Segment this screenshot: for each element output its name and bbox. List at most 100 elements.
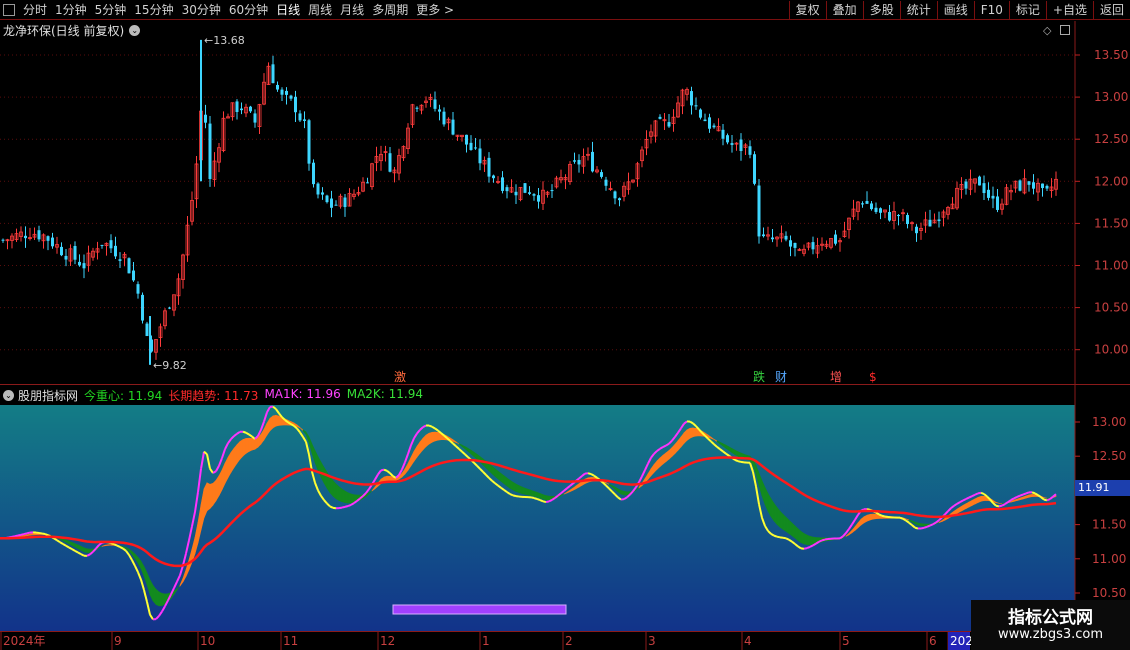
candle-body [789, 240, 792, 247]
candle-body [249, 106, 252, 112]
chevron-down-icon[interactable]: ⌄ [129, 25, 141, 36]
event-marker-0[interactable]: 激 [393, 370, 407, 384]
candle-body [321, 192, 324, 195]
ma1k-segment [1013, 496, 1018, 500]
action-5[interactable]: F10 [973, 0, 1009, 20]
action-0[interactable]: 复权 [788, 0, 826, 20]
candle-body [762, 234, 765, 237]
period-toolbar: 分时 1分钟 5分钟 15分钟 30分钟 60分钟 日线 周线 月线 多周期 更多 > 复权 叠加 多股… [0, 0, 1130, 20]
candle-body [487, 157, 491, 177]
trend-band-segment [245, 437, 250, 454]
candle-body [388, 153, 392, 172]
candle-body [978, 176, 981, 186]
trend-band-segment [539, 493, 544, 500]
diamond-icon[interactable]: ◇ [1043, 24, 1051, 37]
trend-band-segment [215, 474, 220, 502]
action-6[interactable]: 标记 [1008, 0, 1046, 20]
ma1k-segment [803, 547, 808, 550]
trend-band-segment [206, 482, 211, 512]
trend-band-segment [515, 483, 520, 494]
ma1k-segment [806, 545, 811, 550]
action-1[interactable]: 叠加 [825, 0, 863, 20]
period-1[interactable]: 1分钟 [51, 1, 91, 20]
period-9[interactable]: 多周期 [368, 1, 412, 20]
candle-body [1041, 183, 1044, 189]
trend-band-segment [425, 432, 430, 448]
ma1k-segment [41, 532, 46, 535]
candle-body [325, 195, 329, 203]
period-8[interactable]: 月线 [336, 1, 368, 20]
trend-band-segment [782, 513, 787, 532]
candle-body [451, 119, 455, 135]
main-title[interactable]: 龙净环保(日线 前复权) [3, 22, 124, 39]
candle-body [141, 294, 144, 321]
period-10[interactable]: 更多 > [412, 1, 458, 20]
trend-band-segment [803, 532, 808, 545]
period-5[interactable]: 60分钟 [225, 1, 272, 20]
trend-band-segment [104, 544, 109, 547]
candle-body [64, 255, 68, 260]
candlestick-chart[interactable]: 13.50 13.00 12.50 12.00 11.50 11.00 10.50 10.00… [0, 21, 1130, 384]
time-tick: 10 [200, 634, 215, 648]
ma1k-segment [809, 544, 814, 548]
candle-body [703, 119, 707, 122]
action-2[interactable]: 多股 [862, 0, 900, 20]
candle-body [964, 181, 968, 189]
legend-item-3: MA2K: 11.94 [346, 387, 424, 401]
candle-body [204, 114, 207, 123]
period-3[interactable]: 15分钟 [130, 1, 177, 20]
watermark: 指标公式网 www.zbgs3.com [971, 600, 1130, 650]
time-tick: 5 [842, 634, 850, 648]
trend-band-segment [920, 523, 925, 527]
main-chart-header: 龙净环保(日线 前复权) ⌄ [3, 22, 144, 39]
candle-body [1018, 180, 1022, 191]
ma1k-segment [587, 472, 592, 476]
candle-body [514, 191, 518, 196]
trend-band-segment [863, 514, 868, 524]
candle-body [280, 89, 284, 95]
trend-band-segment [797, 528, 802, 544]
period-6[interactable]: 日线 [272, 1, 304, 20]
event-marker-4[interactable]: $ [868, 370, 878, 384]
candle-body [501, 177, 504, 191]
ma1k-segment [920, 526, 925, 530]
candle-body [528, 192, 531, 194]
period-4[interactable]: 30分钟 [178, 1, 225, 20]
candle-body [100, 244, 104, 246]
period-2[interactable]: 5分钟 [91, 1, 131, 20]
ma1k-segment [242, 430, 247, 434]
trend-band-segment [152, 584, 157, 606]
trend-band-segment [32, 533, 37, 536]
indicator-chart[interactable]: 13.0012.5012.0011.5011.0010.50 [0, 385, 1130, 631]
period-7[interactable]: 周线 [304, 1, 336, 20]
trend-band-segment [275, 414, 280, 427]
indicator-name[interactable]: 股朋指标网 [18, 387, 78, 404]
chevron-down-icon[interactable]: ⌄ [3, 390, 14, 401]
candle-body [37, 230, 41, 240]
trend-band-segment [335, 483, 340, 502]
layout-icon[interactable] [1060, 25, 1070, 35]
ma1k-segment [512, 494, 517, 498]
candle-body [294, 96, 297, 113]
time-tick: 12 [380, 634, 395, 648]
action-3[interactable]: 统计 [899, 0, 937, 20]
candle-body [438, 109, 441, 112]
event-marker-2[interactable]: 财 [774, 370, 788, 384]
period-0[interactable]: 分时 [19, 1, 51, 20]
trend-band-segment [269, 415, 274, 432]
candle-body [658, 116, 662, 119]
action-8[interactable]: 返回 [1092, 0, 1130, 20]
trend-band-segment [536, 491, 541, 499]
window-menu-icon[interactable] [3, 4, 15, 16]
candle-body [285, 90, 288, 95]
candle-body [492, 175, 495, 179]
action-4[interactable]: 画线 [936, 0, 974, 20]
candle-body [721, 129, 725, 139]
trend-band-segment [155, 588, 160, 607]
trend-band-segment [521, 486, 526, 495]
event-marker-1[interactable]: 跌 [752, 370, 766, 384]
event-marker-3[interactable]: 增 [829, 370, 843, 384]
ma1k-segment [590, 473, 595, 477]
candle-body [690, 91, 693, 106]
action-7[interactable]: +自选 [1045, 0, 1093, 20]
